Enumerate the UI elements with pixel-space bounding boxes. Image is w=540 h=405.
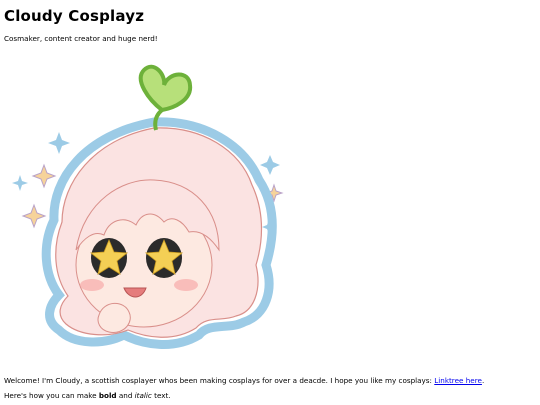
page: Cloudy Cosplayz Cosmaker, content creato… xyxy=(0,0,540,405)
welcome-text: Welcome! I'm Cloudy, a scottish cosplaye… xyxy=(4,376,484,385)
avatar-illustration xyxy=(4,60,304,360)
welcome-suffix: . xyxy=(481,376,485,385)
formatting-prefix: Here's how you can make xyxy=(4,391,99,400)
star-eye-left-icon xyxy=(89,238,129,278)
formatting-middle: and xyxy=(116,391,135,400)
formatting-suffix: text. xyxy=(151,391,171,400)
page-title: Cloudy Cosplayz xyxy=(4,7,145,25)
bold-word: bold xyxy=(98,391,117,400)
welcome-prefix: Welcome! I'm Cloudy, a scottish cosplaye… xyxy=(4,376,435,385)
linktree-link[interactable]: Linktree here xyxy=(434,376,482,385)
chibi-avatar-icon xyxy=(12,64,284,349)
star-eye-right-icon xyxy=(144,238,184,278)
italic-word: italic xyxy=(134,391,152,400)
formatting-text: Here's how you can make bold and italic … xyxy=(4,391,171,400)
tagline: Cosmaker, content creator and huge nerd! xyxy=(4,34,158,43)
